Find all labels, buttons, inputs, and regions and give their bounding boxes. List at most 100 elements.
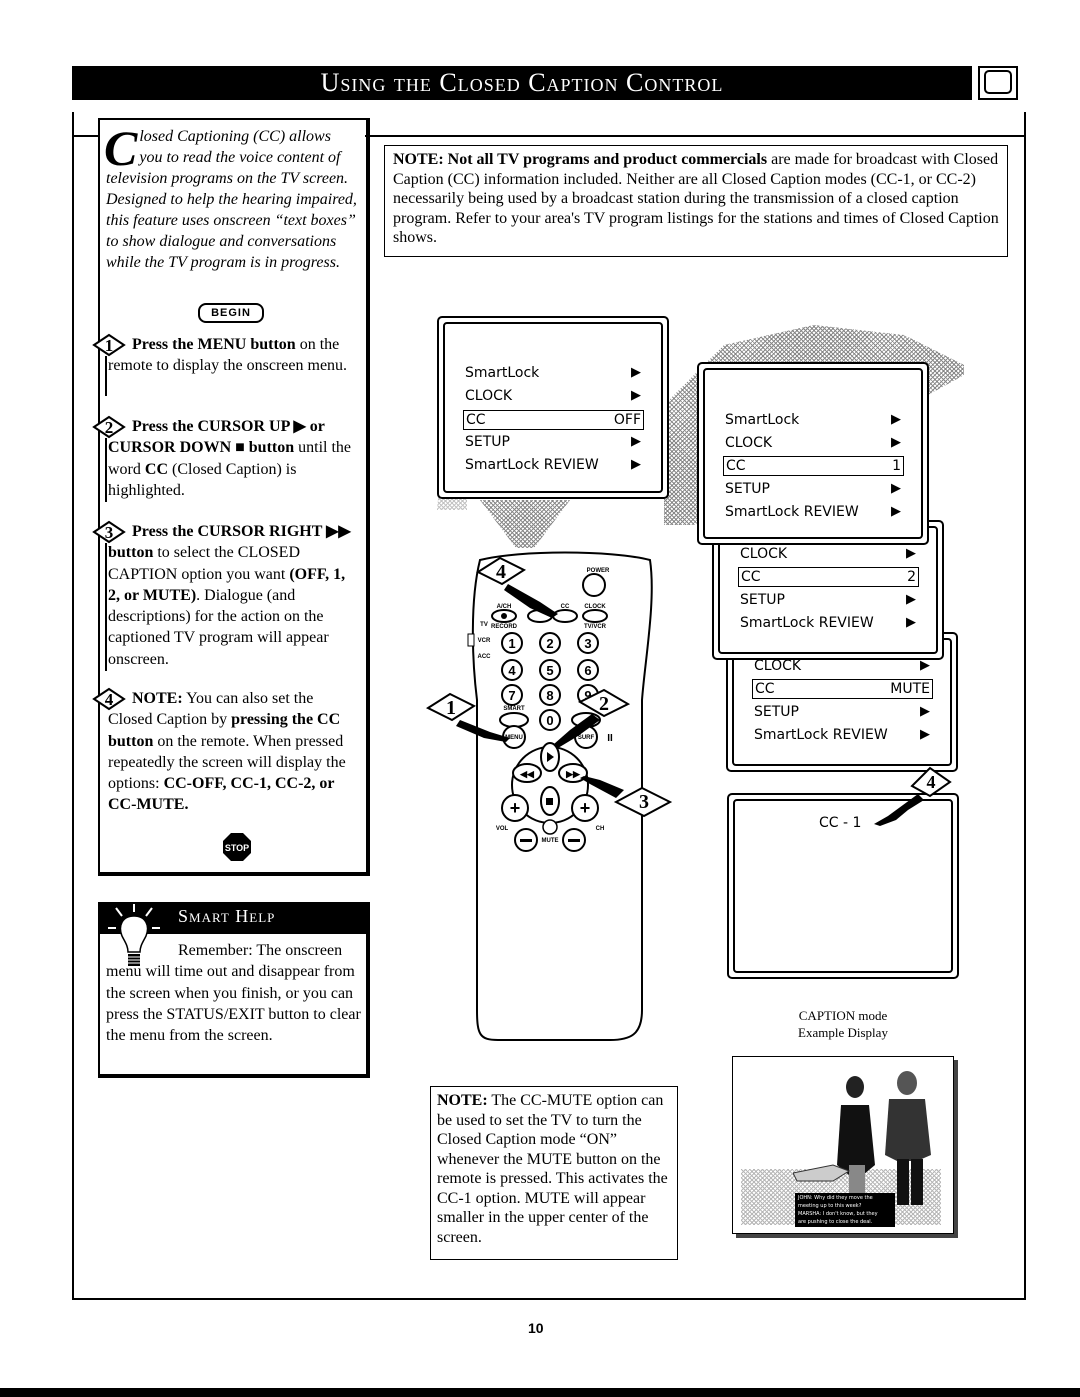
page-title-bar: Using the Closed Caption Control bbox=[72, 66, 972, 100]
note-top: NOTE: Not all TV programs and product co… bbox=[384, 145, 1008, 257]
menu-item-smartlock-review[interactable]: SmartLock REVIEW ▶ bbox=[465, 455, 641, 475]
digit-button-1[interactable]: 1 bbox=[501, 632, 523, 654]
cc-button[interactable] bbox=[552, 609, 578, 623]
example-display-image: JOHN: Why did they move the meeting up t… bbox=[732, 1056, 954, 1234]
step-1-bar bbox=[105, 356, 107, 396]
menu-item-setup[interactable]: SETUP ▶ bbox=[754, 702, 930, 722]
step-marker: 4 bbox=[927, 772, 936, 792]
note-bottom-bold: NOTE: bbox=[437, 1092, 488, 1109]
caption-line: are pushing to close the deal. bbox=[798, 1219, 873, 1225]
digit-button-4[interactable]: 4 bbox=[501, 659, 523, 681]
digit-button-6[interactable]: 6 bbox=[577, 659, 599, 681]
cc-value: 1 bbox=[892, 458, 901, 474]
note-top-bold: NOTE: Not all TV programs and product co… bbox=[393, 151, 768, 168]
menu-item-label: CLOCK bbox=[725, 435, 773, 451]
menu-item-label: SmartLock bbox=[725, 412, 800, 428]
step-3: Press the CURSOR RIGHT ▶▶ button to sele… bbox=[108, 521, 358, 670]
digit-label: 1 bbox=[508, 636, 515, 651]
rewind-icon: ◀◀ bbox=[519, 769, 535, 779]
caption-mode-line2: Example Display bbox=[798, 1025, 888, 1040]
digit-label: 3 bbox=[584, 636, 591, 651]
menu-item-label: CC bbox=[466, 412, 486, 428]
smart-help-title: Smart Help bbox=[178, 906, 276, 926]
remote-control: POWER A/CH CC CLOCK RECORD TV/VCR TV VCR… bbox=[425, 551, 673, 1041]
begin-badge: BEGIN bbox=[198, 303, 264, 323]
marker-label: 2 bbox=[599, 693, 609, 715]
arrow-right-icon: ▶ bbox=[906, 592, 916, 607]
smart-sound-button[interactable] bbox=[499, 712, 529, 728]
digit-button-7[interactable]: 7 bbox=[501, 684, 523, 706]
menu-item-cc[interactable]: CC 2 bbox=[738, 567, 919, 587]
arrow-right-icon: ▶ bbox=[891, 481, 901, 496]
digit-button-0[interactable]: 0 bbox=[539, 709, 561, 731]
stop-sign-icon: STOP bbox=[223, 833, 251, 861]
minus-icon bbox=[568, 839, 580, 842]
digit-label: 7 bbox=[508, 688, 515, 703]
smart-help-text: Remember: The onscreen menu will time ou… bbox=[106, 942, 361, 1045]
arrow-right-icon: ▶ bbox=[906, 615, 916, 630]
power-button[interactable] bbox=[582, 573, 606, 597]
cc-value: OFF bbox=[613, 412, 641, 428]
pointing-hand-icon: 4 bbox=[874, 766, 952, 826]
arrow-right-icon: ▶ bbox=[906, 546, 916, 561]
menu-item-label: SmartLock REVIEW bbox=[754, 727, 888, 743]
caption-text-box: JOHN: Why did they move the meeting up t… bbox=[795, 1193, 895, 1227]
cc-value: 2 bbox=[907, 569, 916, 585]
menu-item-clock[interactable]: CLOCK ▶ bbox=[465, 386, 641, 406]
menu-item-smartlock[interactable]: SmartLock ▶ bbox=[465, 363, 641, 383]
intro-text: losed Captioning (CC) allows you to read… bbox=[106, 128, 357, 271]
digit-button-5[interactable]: 5 bbox=[539, 659, 561, 681]
plus-icon: + bbox=[580, 798, 591, 818]
menu-item-setup[interactable]: SETUP ▶ bbox=[725, 479, 901, 499]
marker-label: 4 bbox=[496, 561, 506, 583]
switch-tv-label: TV bbox=[480, 622, 488, 628]
menu-item-label: CC bbox=[755, 681, 775, 697]
mute-button[interactable] bbox=[542, 819, 558, 835]
page-number: 10 bbox=[528, 1320, 544, 1336]
plus-icon: + bbox=[510, 798, 521, 818]
menu-item-label: CLOCK bbox=[740, 546, 788, 562]
surf-label: SURF bbox=[578, 735, 595, 741]
menu-item-clock[interactable]: CLOCK ▶ bbox=[740, 544, 916, 564]
pause-icon: II bbox=[607, 733, 613, 744]
menu-item-clock[interactable]: CLOCK ▶ bbox=[725, 433, 901, 453]
clock-button[interactable] bbox=[582, 609, 608, 623]
marker-label: 3 bbox=[639, 791, 649, 813]
step-2-bold2: CC bbox=[144, 460, 168, 478]
digit-label: 0 bbox=[546, 713, 553, 728]
digit-button-2[interactable]: 2 bbox=[539, 632, 561, 654]
digit-button-8[interactable]: 8 bbox=[539, 684, 561, 706]
digit-button-3[interactable]: 3 bbox=[577, 632, 599, 654]
menu-item-label: SETUP bbox=[740, 592, 785, 608]
menu-item-cc[interactable]: CC MUTE bbox=[752, 679, 933, 699]
step-2-bold: Press the CURSOR UP ▶ or CURSOR DOWN ■ b… bbox=[108, 418, 325, 457]
arrow-right-icon: ▶ bbox=[920, 727, 930, 742]
frame-top-rule bbox=[365, 135, 1025, 137]
stop-icon bbox=[546, 798, 553, 805]
arrow-right-icon: ▶ bbox=[631, 457, 641, 472]
switch-acc-label: ACC bbox=[478, 654, 492, 660]
menu-item-smartlock-review[interactable]: SmartLock REVIEW ▶ bbox=[754, 725, 930, 745]
menu-item-cc[interactable]: CC 1 bbox=[723, 456, 904, 476]
record-label: RECORD bbox=[491, 624, 518, 630]
menu-item-setup[interactable]: SETUP ▶ bbox=[740, 590, 916, 610]
caption-line: meeting up to this week? bbox=[798, 1203, 862, 1209]
menu-item-smartlock[interactable]: SmartLock ▶ bbox=[725, 410, 901, 430]
menu-item-smartlock-review[interactable]: SmartLock REVIEW ▶ bbox=[740, 613, 916, 633]
page-title: Using the Closed Caption Control bbox=[320, 68, 724, 97]
digit-label: 2 bbox=[546, 636, 553, 651]
menu-item-cc[interactable]: CC OFF bbox=[463, 410, 644, 430]
vol-label: VOL bbox=[496, 826, 509, 832]
cc-indicator: CC - 1 bbox=[819, 815, 862, 831]
intro-dropcap: C bbox=[104, 120, 138, 176]
switch-vcr-label: VCR bbox=[478, 638, 491, 644]
menu-item-label: CLOCK bbox=[754, 658, 802, 674]
arrow-right-icon: ▶ bbox=[631, 434, 641, 449]
minus-icon bbox=[520, 839, 532, 842]
menu-item-smartlock-review[interactable]: SmartLock REVIEW ▶ bbox=[725, 502, 901, 522]
menu-item-setup[interactable]: SETUP ▶ bbox=[465, 432, 641, 452]
fast-forward-icon: ▶▶ bbox=[565, 769, 581, 779]
mode-switch[interactable] bbox=[467, 633, 475, 647]
power-label: POWER bbox=[587, 568, 610, 574]
menu-item-label: SmartLock REVIEW bbox=[465, 457, 599, 473]
